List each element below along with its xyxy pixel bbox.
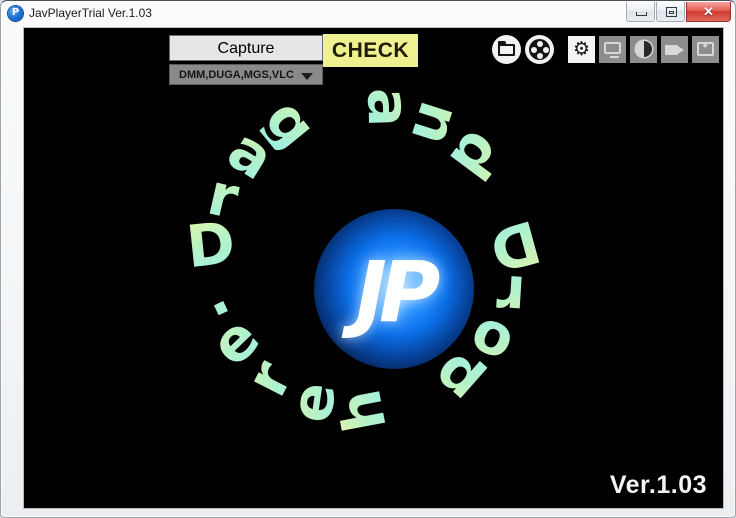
site-select-dropdown[interactable]: DMM,DUGA,MGS,VLC	[169, 64, 323, 85]
restore-icon	[666, 7, 677, 17]
close-icon: ✕	[703, 4, 714, 19]
top-toolbar: Capture DMM,DUGA,MGS,VLC CHECK ⚙	[24, 28, 723, 90]
drag-drop-zone[interactable]: DragandDrophere. JP	[24, 28, 723, 508]
chevron-down-icon	[301, 73, 313, 80]
camcorder-record-icon[interactable]	[661, 36, 688, 63]
film-reel-icon[interactable]	[525, 35, 554, 64]
site-select-value: DMM,DUGA,MGS,VLC	[179, 69, 294, 81]
title-bar: P JavPlayerTrial Ver.1.03 ✕	[1, 1, 735, 27]
maximize-restore-button[interactable]	[656, 2, 685, 22]
jp-logo-text: JP	[355, 243, 441, 341]
add-image-effect-icon[interactable]	[692, 36, 719, 63]
open-folder-icon[interactable]	[492, 35, 521, 64]
application-window: P JavPlayerTrial Ver.1.03 ✕ DragandDroph…	[0, 0, 736, 518]
app-logo-letter: P	[11, 7, 20, 18]
toolbar-icon-group: ⚙	[492, 35, 719, 64]
minimize-icon	[636, 12, 647, 16]
minimize-button[interactable]	[626, 2, 655, 22]
settings-gear-icon[interactable]: ⚙	[568, 36, 595, 63]
capture-button[interactable]: Capture	[169, 35, 323, 61]
player-client-area: DragandDrophere. JP Capture DMM,DUGA,MGS…	[23, 27, 724, 509]
window-title: JavPlayerTrial Ver.1.03	[29, 6, 152, 20]
check-button[interactable]: CHECK	[323, 34, 418, 67]
monitor-display-icon[interactable]	[599, 36, 626, 63]
close-button[interactable]: ✕	[686, 2, 731, 22]
jp-logo: JP	[314, 209, 474, 369]
window-controls: ✕	[626, 2, 731, 24]
brightness-contrast-icon[interactable]	[630, 36, 657, 63]
version-label: Ver.1.03	[609, 471, 707, 499]
app-logo-icon: P	[8, 6, 23, 21]
